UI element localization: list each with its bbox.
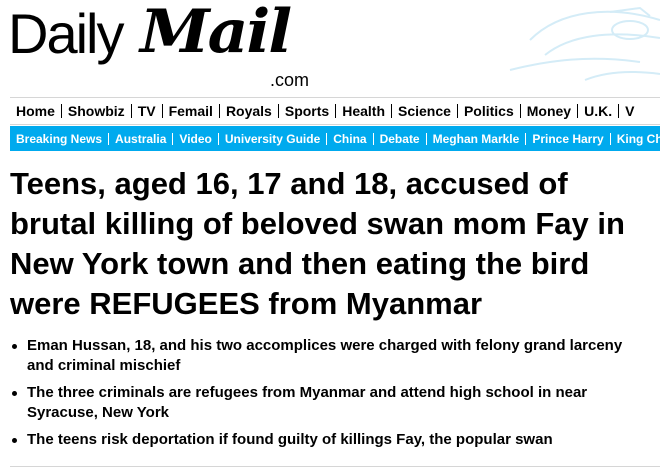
logo-daily-text: Daily	[8, 2, 124, 65]
nav-showbiz[interactable]: Showbiz	[60, 104, 131, 118]
nav-money[interactable]: Money	[519, 104, 577, 118]
article-headline: Teens, aged 16, 17 and 18, accused of br…	[10, 166, 625, 321]
logo-mail-text: Mail	[140, 0, 292, 67]
nav-more-truncated[interactable]: V	[618, 104, 640, 118]
summary-bullet-text: The three criminals are refugees from My…	[27, 384, 588, 421]
nav-femail[interactable]: Femail	[161, 104, 219, 118]
nav-tv[interactable]: TV	[130, 104, 162, 118]
masthead: Daily Mail .com	[0, 0, 660, 92]
nav-science[interactable]: Science	[391, 104, 457, 118]
summary-bullet: The three criminals are refugees from My…	[10, 383, 650, 423]
subnav-prince-harry[interactable]: Prince Harry	[525, 132, 609, 145]
masthead-decorative-art	[509, 6, 660, 81]
subnav-breaking-news[interactable]: Breaking News	[10, 133, 108, 145]
subnav-debate[interactable]: Debate	[372, 132, 426, 145]
nav-royals[interactable]: Royals	[218, 104, 278, 118]
subnav-meghan-markle[interactable]: Meghan Markle	[425, 132, 526, 145]
summary-bullet-text: The teens risk deportation if found guil…	[27, 431, 553, 448]
nav-sports[interactable]: Sports	[277, 104, 335, 118]
bullet-dot-icon	[12, 391, 17, 396]
summary-bullet: Eman Hussan, 18, and his two accomplices…	[10, 336, 650, 376]
nav-politics[interactable]: Politics	[456, 104, 520, 118]
nav-home[interactable]: Home	[10, 104, 61, 118]
primary-nav: Home Showbiz TV Femail Royals Sports Hea…	[10, 97, 660, 125]
divider	[10, 466, 660, 467]
bullet-dot-icon	[12, 438, 17, 443]
article-summary-bullets: Eman Hussan, 18, and his two accomplices…	[10, 336, 650, 457]
subnav-university-guide[interactable]: University Guide	[217, 132, 326, 145]
subnav-king-charles-truncated[interactable]: King Cha	[609, 132, 660, 145]
summary-bullet-text: Eman Hussan, 18, and his two accomplices…	[27, 337, 623, 374]
subnav-video[interactable]: Video	[172, 132, 217, 145]
secondary-nav: Breaking News Australia Video University…	[10, 126, 660, 151]
nav-health[interactable]: Health	[335, 104, 391, 118]
bullet-dot-icon	[12, 344, 17, 349]
subnav-china[interactable]: China	[326, 132, 372, 145]
logo-domain-text: .com	[270, 70, 310, 90]
summary-bullet: The teens risk deportation if found guil…	[10, 430, 650, 450]
subnav-australia[interactable]: Australia	[108, 132, 172, 145]
nav-uk[interactable]: U.K.	[577, 104, 618, 118]
